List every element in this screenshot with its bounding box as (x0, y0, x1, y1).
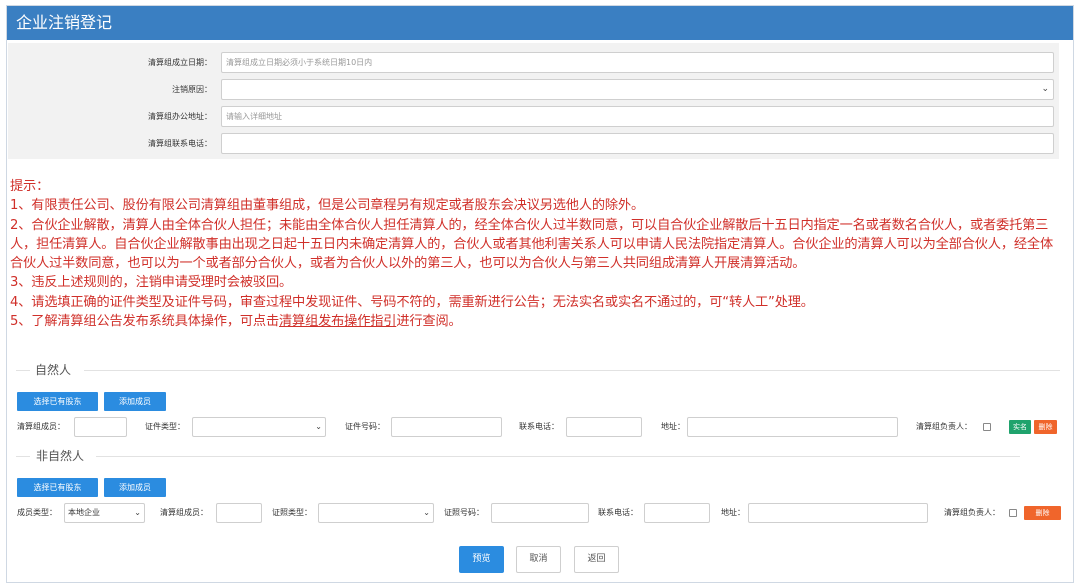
form-row-address: 清算组办公地址： 请输入详细地址 (8, 106, 1059, 128)
address-placeholder: 请输入详细地址 (226, 112, 282, 121)
member-type-value: 本地企业 (68, 508, 100, 517)
form-row-phone: 清算组联系电话： (8, 133, 1059, 155)
tip-item-2: 2、合伙企业解散，清算人由全体合伙人担任；未能由全体合伙人担任清算人的，经全体合… (10, 217, 1053, 272)
reason-label: 注销原因： (172, 85, 212, 94)
section-divider-left (16, 370, 30, 371)
address-label: 地址： (721, 508, 745, 517)
cert-no-label: 证照号码： (444, 508, 484, 517)
date-label: 清算组成立日期： (148, 58, 212, 67)
date-input[interactable]: 清算组成立日期必须小于系统日期10日内 (221, 52, 1054, 73)
guide-link[interactable]: 清算组发布操作指引 (279, 314, 396, 329)
cert-no-label: 证件号码： (345, 422, 385, 431)
tip-item-4: 4、请选填正确的证件类型及证件号码，审查过程中发现证件、号码不符的，需重新进行公… (10, 294, 814, 310)
natural-section-title: 自然人 (35, 363, 72, 377)
cancel-button[interactable]: 取消 (516, 546, 561, 573)
chevron-down-icon: ⌄ (1041, 84, 1049, 94)
back-button[interactable]: 返回 (574, 546, 619, 573)
section-divider-left (16, 456, 30, 457)
tip-item-5-prefix: 5、了解清算组公告发布系统具体操作，可点击 (10, 314, 279, 330)
date-placeholder: 清算组成立日期必须小于系统日期10日内 (226, 58, 373, 67)
reason-select[interactable]: ⌄ (221, 79, 1054, 100)
select-shareholder-button[interactable]: 选择已有股东 (17, 478, 98, 497)
member-label: 清算组成员： (17, 422, 65, 431)
leader-label: 清算组负责人： (916, 422, 972, 431)
delete-button[interactable]: 删除 (1034, 420, 1057, 434)
realname-button[interactable]: 实名 (1009, 420, 1031, 434)
phone-label: 联系电话： (519, 422, 559, 431)
tip-item-5-suffix: 进行查阅。 (396, 314, 462, 330)
member-label: 清算组成员： (160, 508, 208, 517)
liquidation-form: 清算组成立日期： 清算组成立日期必须小于系统日期10日内 注销原因： ⌄ 清算组… (8, 43, 1059, 159)
tip-item-3: 3、违反上述规则的，注销申请受理时会被驳回。 (10, 275, 293, 291)
tips-block: 提示： 1、有限责任公司、股份有限公司清算组由董事组成，但是公司章程另有规定或者… (10, 177, 1060, 331)
phone-label: 清算组联系电话： (148, 139, 212, 148)
cert-no-input[interactable] (391, 417, 502, 437)
add-member-button[interactable]: 添加成员 (104, 392, 166, 411)
member-type-label: 成员类型： (17, 508, 57, 517)
select-shareholder-button[interactable]: 选择已有股东 (17, 392, 98, 411)
page-title: 企业注销登记 (7, 6, 1073, 40)
cert-no-input[interactable] (491, 503, 589, 523)
cert-type-label: 证件类型： (145, 422, 185, 431)
delete-button[interactable]: 删除 (1024, 506, 1061, 520)
section-divider-right (96, 456, 1020, 457)
preview-button[interactable]: 预览 (459, 546, 504, 573)
cert-type-label: 证照类型： (272, 508, 312, 517)
member-type-select[interactable]: 本地企业 ⌄ (64, 503, 145, 523)
chevron-down-icon: ⌄ (423, 508, 430, 517)
section-divider-right (84, 370, 1060, 371)
add-member-button[interactable]: 添加成员 (104, 478, 166, 497)
cert-type-select[interactable]: ⌄ (318, 503, 434, 523)
leader-label: 清算组负责人： (944, 508, 1000, 517)
tip-item-5: 5、了解清算组公告发布系统具体操作，可点击清算组发布操作指引进行查阅。 (10, 312, 1060, 331)
phone-input[interactable] (644, 503, 710, 523)
address-label: 清算组办公地址： (148, 112, 212, 121)
form-row-date: 清算组成立日期： 清算组成立日期必须小于系统日期10日内 (8, 52, 1059, 74)
non-natural-section-title: 非自然人 (36, 449, 85, 463)
chevron-down-icon: ⌄ (134, 508, 141, 517)
phone-label: 联系电话： (598, 508, 638, 517)
member-input[interactable] (216, 503, 262, 523)
phone-input[interactable] (221, 133, 1054, 154)
phone-input[interactable] (566, 417, 642, 437)
leader-checkbox[interactable] (983, 423, 991, 431)
address-input[interactable]: 请输入详细地址 (221, 106, 1054, 127)
form-row-reason: 注销原因： ⌄ (8, 79, 1059, 101)
member-input[interactable] (74, 417, 127, 437)
cert-type-select[interactable]: ⌄ (192, 417, 326, 437)
leader-checkbox[interactable] (1009, 509, 1017, 517)
address-input[interactable] (748, 503, 928, 523)
chevron-down-icon: ⌄ (315, 422, 322, 431)
address-label: 地址： (661, 422, 685, 431)
address-input[interactable] (687, 417, 898, 437)
tips-title: 提示： (10, 179, 50, 194)
tip-item-1: 1、有限责任公司、股份有限公司清算组由董事组成，但是公司章程另有规定或者股东会决… (10, 198, 645, 214)
